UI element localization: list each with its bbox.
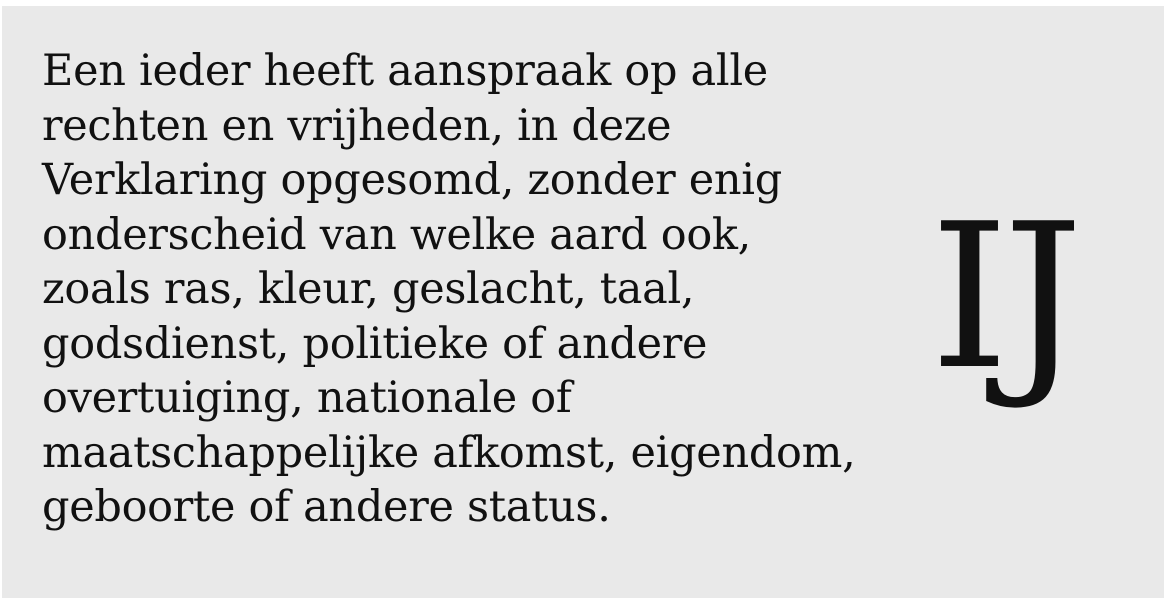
paragraph-line-3: Verklaring opgesomd, zonder enig bbox=[42, 155, 782, 205]
ij-glyph: IJ bbox=[930, 181, 1083, 414]
paragraph-line-1: Een ieder heeft aanspraak op alle bbox=[42, 46, 768, 96]
paragraph-line-8: maatschappelijke afkomst, eigendom, bbox=[42, 427, 856, 478]
paragraph-line-9: geboorte of andere status. bbox=[42, 482, 611, 532]
paragraph: Een ieder heeft aanspraak op alle rechte… bbox=[42, 44, 902, 535]
paragraph-line-6: godsdienst, politieke of andere bbox=[42, 318, 708, 369]
text-panel: Een ieder heeft aanspraak op alle rechte… bbox=[2, 6, 1164, 598]
paragraph-line-7: overtuiging, nationale of bbox=[42, 373, 572, 423]
paragraph-line-2: rechten en vrijheden, in deze bbox=[42, 100, 672, 151]
paragraph-line-5: zoals ras, kleur, geslacht, taal, bbox=[42, 264, 695, 314]
paragraph-line-4: onderscheid van welke aard ook, bbox=[42, 209, 752, 260]
